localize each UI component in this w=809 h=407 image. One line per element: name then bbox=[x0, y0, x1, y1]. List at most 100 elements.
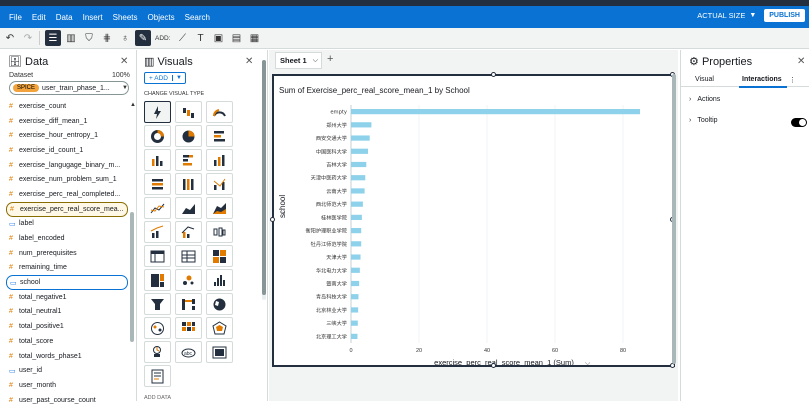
bar[interactable] bbox=[351, 201, 363, 207]
field-item[interactable]: # total_positive1 bbox=[6, 319, 128, 334]
field-item[interactable]: # total_score bbox=[6, 334, 128, 349]
visual-type-horizontal-stacked-bar[interactable] bbox=[175, 149, 202, 171]
field-list-scrollbar[interactable]: ▲ bbox=[130, 102, 136, 342]
field-item[interactable]: # exercise_count bbox=[6, 99, 128, 114]
field-item[interactable]: # exercise_hour_entropy_1 bbox=[6, 128, 128, 143]
menu-edit[interactable]: Edit bbox=[32, 13, 46, 22]
visual-type-vertical-stacked-bar[interactable] bbox=[206, 149, 233, 171]
visual-type-pivot-table[interactable] bbox=[144, 245, 171, 267]
visual-type-combo-bar[interactable] bbox=[206, 173, 233, 195]
visual-type-stacked-area[interactable] bbox=[206, 197, 233, 219]
scrollbar-thumb[interactable] bbox=[130, 212, 134, 342]
visual-type-area[interactable] bbox=[175, 197, 202, 219]
x-axis-label[interactable]: exercise_perc_real_score_mean_1 (Sum) bbox=[434, 358, 574, 365]
bar[interactable] bbox=[351, 122, 372, 128]
tab-sheet-1[interactable]: Sheet 1 ⌵ bbox=[275, 52, 322, 69]
bar-chart-visual[interactable]: Sum of Exercise_perc_real_score_mean_1 b… bbox=[270, 72, 675, 368]
add-visual-icon[interactable]: ⟋ bbox=[175, 30, 191, 46]
bar[interactable] bbox=[351, 228, 362, 234]
visual-type-sankey[interactable] bbox=[175, 293, 202, 315]
bar[interactable] bbox=[351, 307, 359, 313]
visual-type-box-plot[interactable] bbox=[206, 221, 233, 243]
caret-down-icon[interactable]: ▼ bbox=[171, 75, 185, 81]
bar[interactable] bbox=[351, 109, 640, 115]
chevron-down-icon[interactable]: ⌵ bbox=[585, 359, 591, 365]
visual-type-waterfall[interactable] bbox=[175, 101, 202, 123]
add-text-icon[interactable]: T bbox=[193, 30, 209, 46]
visual-type-heat-map[interactable] bbox=[175, 317, 202, 339]
visual-type-table[interactable] bbox=[175, 245, 202, 267]
field-item[interactable]: # remaining_time bbox=[6, 261, 128, 276]
visual-type-pie[interactable] bbox=[175, 125, 202, 147]
resize-handle[interactable] bbox=[491, 363, 496, 368]
bar[interactable] bbox=[351, 175, 366, 181]
field-item[interactable]: # exercise_num_problem_sum_1 bbox=[6, 172, 128, 187]
visual-type-narrative[interactable] bbox=[144, 365, 171, 387]
field-item[interactable]: # exercise_perc_real_score_mea... bbox=[6, 201, 128, 217]
field-item[interactable]: # total_negative1 bbox=[6, 290, 128, 305]
bar[interactable] bbox=[351, 214, 362, 220]
field-item[interactable]: # label_encoded bbox=[6, 231, 128, 246]
field-item[interactable]: ▭ label bbox=[6, 217, 128, 232]
bar[interactable] bbox=[351, 161, 367, 168]
database-icon[interactable]: ☰ bbox=[45, 30, 61, 46]
field-item[interactable]: # exercise_id_count_1 bbox=[6, 143, 128, 158]
bar[interactable] bbox=[351, 294, 359, 300]
publish-button[interactable]: PUBLISH bbox=[764, 9, 805, 22]
visual-type-insight[interactable] bbox=[144, 341, 171, 363]
parameters-icon[interactable]: ⋕ bbox=[99, 30, 115, 46]
bar[interactable] bbox=[351, 148, 368, 154]
menu-sheets[interactable]: Sheets bbox=[113, 13, 138, 22]
more-options-icon[interactable]: ⋮ bbox=[789, 76, 796, 84]
field-item[interactable]: # total_neutral1 bbox=[6, 305, 128, 320]
menu-data[interactable]: Data bbox=[56, 13, 73, 22]
chevron-down-icon[interactable]: ⌵ bbox=[313, 57, 318, 65]
visual-type-custom-visual[interactable] bbox=[206, 341, 233, 363]
bar[interactable] bbox=[351, 135, 370, 141]
field-item[interactable]: # user_past_course_count bbox=[6, 393, 128, 407]
field-item[interactable]: # total_words_phase1 bbox=[6, 349, 128, 364]
menu-objects[interactable]: Objects bbox=[148, 13, 175, 22]
bar[interactable] bbox=[351, 320, 358, 326]
undo-icon[interactable]: ↶ bbox=[2, 30, 18, 46]
visual-type-histogram[interactable] bbox=[206, 269, 233, 291]
tooltip-toggle[interactable] bbox=[791, 118, 807, 127]
format-icon[interactable]: ✎ bbox=[135, 30, 151, 46]
size-selector[interactable]: ACTUAL SIZE bbox=[697, 11, 745, 20]
close-icon[interactable]: ✕ bbox=[797, 56, 805, 67]
dataset-select[interactable]: SPICE user_train_phase_1... ▼ bbox=[9, 81, 129, 95]
close-icon[interactable]: ✕ bbox=[245, 56, 253, 67]
visual-type-scatter-plot[interactable] bbox=[175, 269, 202, 291]
visual-type-funnel[interactable] bbox=[144, 293, 171, 315]
visual-type-horizontal-stacked-100-bar[interactable] bbox=[144, 173, 171, 195]
bar[interactable] bbox=[351, 333, 358, 339]
filter-icon[interactable]: ⛉ bbox=[81, 30, 97, 46]
visual-type-tree-map[interactable] bbox=[144, 269, 171, 291]
visuals-scrollbar[interactable] bbox=[262, 60, 266, 300]
add-sheet-icon[interactable]: + bbox=[327, 53, 333, 65]
visual-type-gauge[interactable] bbox=[206, 101, 233, 123]
add-embed-icon[interactable]: ▦ bbox=[247, 30, 263, 46]
scrollbar-thumb[interactable] bbox=[262, 60, 266, 295]
visual-type-kpi-grid[interactable] bbox=[206, 245, 233, 267]
visual-type-horizontal-bar[interactable] bbox=[206, 125, 233, 147]
visual-type-combo-line-2[interactable] bbox=[175, 221, 202, 243]
scroll-up-icon[interactable]: ▲ bbox=[130, 102, 136, 108]
field-item[interactable]: # exercise_diff_mean_1 bbox=[6, 114, 128, 129]
resize-handle[interactable] bbox=[491, 72, 496, 77]
field-item[interactable]: # user_month bbox=[6, 378, 128, 393]
visual-type-combo-line[interactable] bbox=[144, 221, 171, 243]
actions-row[interactable]: › Actions bbox=[689, 96, 720, 103]
tab-visual[interactable]: Visual bbox=[695, 76, 714, 83]
bar[interactable] bbox=[351, 267, 360, 273]
visual-type-word-cloud[interactable]: abc bbox=[175, 341, 202, 363]
field-item[interactable]: # exercise_langugage_binary_m... bbox=[6, 158, 128, 173]
visual-type-autograph[interactable] bbox=[144, 101, 171, 123]
insights-icon[interactable]: ♁ bbox=[117, 30, 133, 46]
scrollbar-thumb[interactable] bbox=[672, 74, 676, 364]
redo-icon[interactable]: ↷ bbox=[20, 30, 36, 46]
field-item[interactable]: # exercise_perc_real_completed... bbox=[6, 187, 128, 202]
add-image-icon[interactable]: ▣ bbox=[211, 30, 227, 46]
bar[interactable] bbox=[351, 188, 365, 194]
add-visual-button[interactable]: + ADD ▼ bbox=[144, 72, 186, 84]
